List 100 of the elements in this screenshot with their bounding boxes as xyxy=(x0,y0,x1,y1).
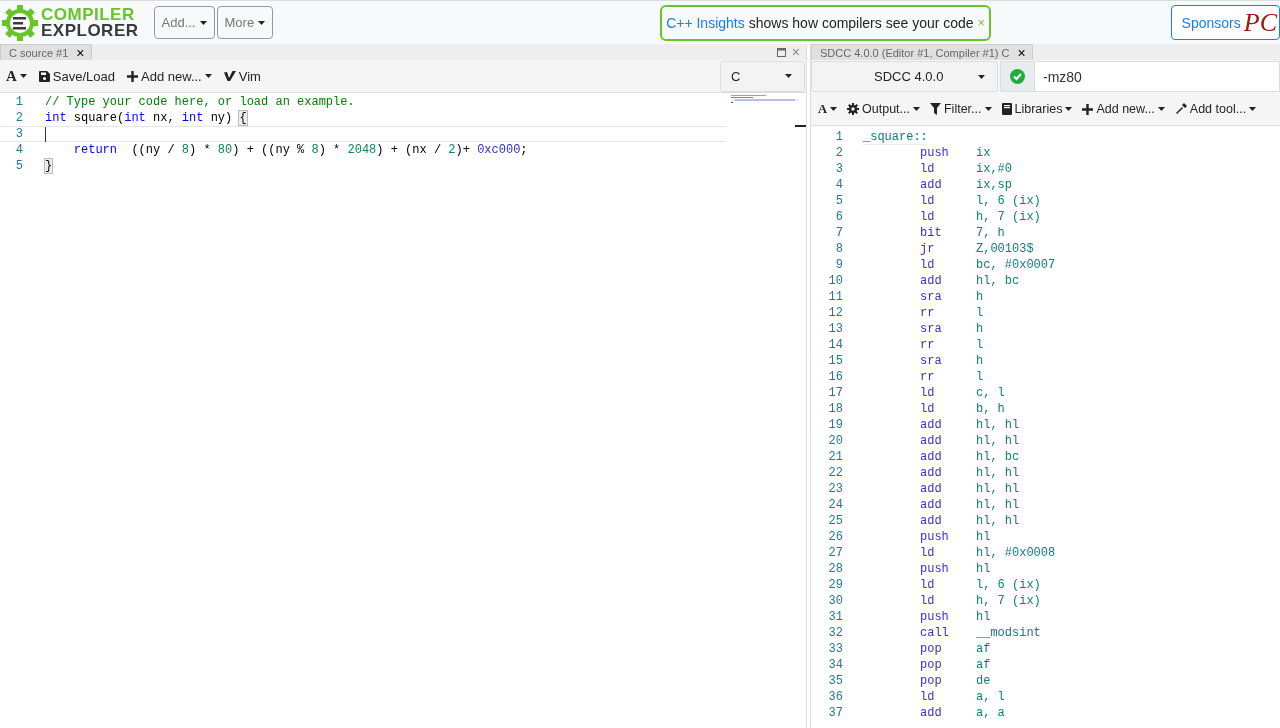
sponsor-logo: PC xyxy=(1243,7,1277,38)
asm-instruction: rr xyxy=(920,338,936,352)
tool-button[interactable]: Add tool... xyxy=(1169,102,1262,116)
asm-operands: l, 6 (ix) xyxy=(976,194,1041,208)
asm-operands: hl, #0x0008 xyxy=(976,546,1056,560)
line-number: 5 xyxy=(834,194,843,208)
asm-operands: hl, bc xyxy=(976,274,1020,288)
line-number: 20 xyxy=(827,434,843,448)
asm-instruction: ld xyxy=(920,578,936,592)
caret-icon xyxy=(199,20,207,25)
asm-operands: hl, bc xyxy=(976,450,1020,464)
line-number: 33 xyxy=(827,642,843,656)
asm-instruction: add xyxy=(920,274,943,288)
plus-icon xyxy=(127,70,138,82)
asm-operands: de xyxy=(976,674,991,688)
asm-instruction: pop xyxy=(920,674,943,688)
asm-instruction: add xyxy=(920,706,943,720)
asm-instruction: ld xyxy=(920,162,936,176)
asm-operands: a, a xyxy=(976,706,1005,720)
add-button[interactable]: Add new... xyxy=(121,68,218,84)
caret-icon xyxy=(984,107,992,111)
asm-operands: 7, h xyxy=(976,226,1005,240)
compiler-select[interactable]: SDCC 4.0.0 xyxy=(811,61,998,92)
asm-instruction: call xyxy=(920,626,950,640)
asm-operands: h, 7 (ix) xyxy=(976,594,1041,608)
asm-instruction: add xyxy=(920,178,943,192)
asm-operands: h xyxy=(976,290,984,304)
options-field[interactable]: -mz80 xyxy=(1035,61,1280,92)
editor-tab[interactable]: C source #1 × xyxy=(0,44,92,60)
line-number: 32 xyxy=(827,626,843,640)
font-size-button[interactable]: A xyxy=(813,101,843,117)
insights-link[interactable]: C++ Insights xyxy=(666,14,745,31)
line-number: 16 xyxy=(827,370,843,384)
asm-instruction: sra xyxy=(920,322,943,336)
caret-icon xyxy=(978,74,985,79)
asm-operands: ix,#0 xyxy=(976,162,1012,176)
compiler-tab[interactable]: SDCC 4.0.0 (Editor #1, Compiler #1) C × xyxy=(811,44,1033,60)
libraries-button[interactable]: Libraries xyxy=(996,102,1078,116)
line-number: 23 xyxy=(827,482,843,496)
caret-icon xyxy=(1249,107,1257,111)
line-number: 37 xyxy=(827,706,843,720)
asm-instruction: ld xyxy=(920,258,936,272)
asm-instruction: push xyxy=(920,146,950,160)
language-select[interactable]: C xyxy=(720,60,805,92)
line-number: 26 xyxy=(827,530,843,544)
line-number: 4 xyxy=(834,178,843,192)
line-number: 17 xyxy=(827,386,843,400)
scroll-marker xyxy=(795,125,806,127)
add-button[interactable]: Add new... xyxy=(1077,102,1170,116)
line-number: 10 xyxy=(827,274,843,288)
asm-operands: hl xyxy=(976,562,991,576)
caret-icon xyxy=(19,74,27,78)
caret-icon xyxy=(830,107,838,111)
vim-button[interactable]: Vim xyxy=(217,68,267,84)
asm-label: _square:: xyxy=(863,129,928,145)
caret-icon xyxy=(258,20,266,25)
close-icon[interactable]: × xyxy=(76,44,85,61)
font-size-button[interactable]: A xyxy=(0,67,33,85)
code-editor[interactable]: 1 // Type your code here, or load an example. 2 int square(int nx, int ny) { 3 4 return ((ny / 8) * 80) + ((ny % 8) * 2048) + (nx / 2)+ 0xc000; 5 } xyxy=(0,93,806,728)
asm-operands: l xyxy=(976,338,984,352)
asm-operands: a, l xyxy=(976,690,1005,704)
banner-text: shows how compilers see your code xyxy=(748,14,974,31)
asm-instruction: bit xyxy=(920,226,943,240)
asm-instruction: ld xyxy=(920,594,936,608)
maximize-icon[interactable] xyxy=(776,47,786,57)
logo-text: EXPLORER xyxy=(41,22,139,39)
code-line: // Type your code here, or load an example. xyxy=(45,95,355,109)
asm-instruction: rr xyxy=(920,306,936,320)
asm-operands: __modsint xyxy=(976,626,1041,640)
asm-instruction: ld xyxy=(920,546,936,560)
close-icon[interactable]: × xyxy=(1017,44,1026,61)
line-number: 21 xyxy=(827,450,843,464)
caret-icon xyxy=(913,107,920,111)
asm-instruction: push xyxy=(920,562,950,576)
asm-instruction: add xyxy=(920,418,943,432)
asm-operands: af xyxy=(976,658,991,672)
line-number: 9 xyxy=(834,258,843,272)
asm-instruction: sra xyxy=(920,290,943,304)
line-number: 35 xyxy=(827,674,843,688)
filter-button[interactable]: Filter... xyxy=(925,102,997,116)
line-number: 22 xyxy=(827,466,843,480)
asm-operands: h, 7 (ix) xyxy=(976,210,1041,224)
logo-text: COMPILER xyxy=(41,6,136,23)
asm-instruction: ld xyxy=(920,194,936,208)
asm-operands: ix,sp xyxy=(976,178,1012,192)
menu-button[interactable]: More xyxy=(216,6,274,39)
line-number: 13 xyxy=(827,322,843,336)
caret-icon xyxy=(785,74,792,78)
caret-icon xyxy=(1065,107,1073,111)
line-number: 2 xyxy=(834,146,843,160)
line-number: 3 xyxy=(14,127,23,141)
sponsors-button[interactable]: SponsorsPC xyxy=(1170,5,1280,40)
asm-instruction: add xyxy=(920,514,943,528)
line-number: 11 xyxy=(827,290,843,304)
output-button[interactable]: Output... xyxy=(842,102,925,116)
asm-instruction: add xyxy=(920,434,943,448)
asm-operands: hl, hl xyxy=(976,466,1020,480)
menu-button[interactable]: Add... xyxy=(153,6,215,39)
save-button[interactable]: Save/Load xyxy=(32,68,121,84)
line-number: 19 xyxy=(827,418,843,432)
